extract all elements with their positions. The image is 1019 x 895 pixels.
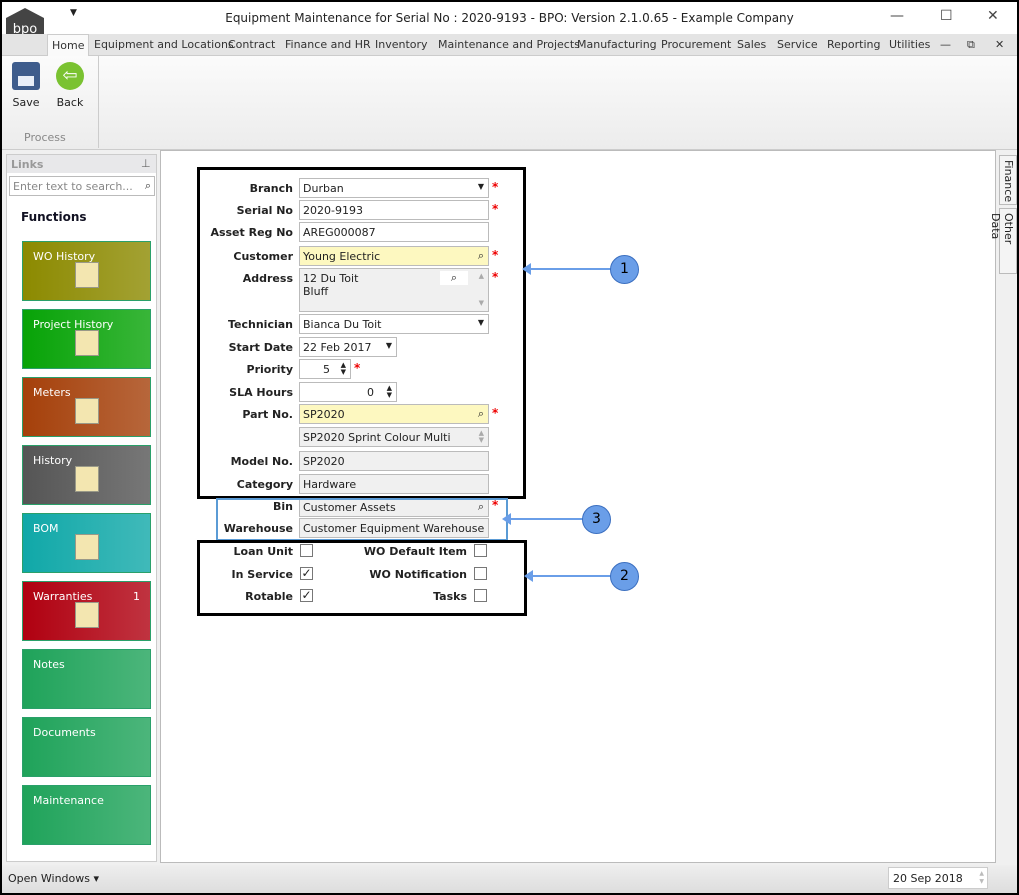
- history-icon: [75, 466, 99, 492]
- project-history-icon: [75, 330, 99, 356]
- callout-number-2: 2: [610, 562, 639, 591]
- meter-icon: [75, 398, 99, 424]
- tab-finance-side[interactable]: Finance: [999, 155, 1017, 205]
- callout-arrow-1: [522, 263, 612, 275]
- open-windows-label: Open Windows: [8, 872, 90, 885]
- function-tile[interactable]: Documents: [22, 717, 151, 777]
- tile-label: Project History: [33, 318, 114, 331]
- spin-icon[interactable]: ▲ ▼: [979, 870, 984, 886]
- tab-reporting[interactable]: Reporting: [827, 38, 880, 51]
- mdi-close-button[interactable]: ✕: [995, 38, 1004, 51]
- date-field[interactable]: 20 Sep 2018 ▲ ▼: [888, 867, 988, 889]
- tile-label: Documents: [33, 726, 96, 739]
- tile-label: History: [33, 454, 73, 467]
- callout-arrow-2: [524, 570, 612, 582]
- tile-label: BOM: [33, 522, 59, 535]
- callout-box-2: [197, 540, 527, 616]
- tab-sales[interactable]: Sales: [737, 38, 766, 51]
- function-tile[interactable]: WO History: [22, 241, 151, 301]
- tile-label: Notes: [33, 658, 65, 671]
- open-windows-button[interactable]: Open Windows ▾: [8, 872, 99, 885]
- wrench-icon: [75, 602, 99, 628]
- tab-other-data[interactable]: Other Data: [989, 208, 1017, 274]
- date-value: 20 Sep 2018: [893, 872, 963, 885]
- save-button[interactable]: Save: [6, 62, 46, 109]
- back-label: Back: [56, 96, 84, 109]
- pin-icon[interactable]: ⊥: [141, 157, 151, 170]
- function-tile[interactable]: Meters: [22, 377, 151, 437]
- ribbon: Save ⇦ Back Process: [2, 56, 1017, 150]
- status-bar: Open Windows ▾ 20 Sep 2018 ▲ ▼: [2, 865, 1017, 893]
- menu-tabs: Home Equipment and Locations Contract Fi…: [2, 34, 1017, 57]
- tile-badge: 1: [133, 590, 140, 603]
- function-tile[interactable]: Notes: [22, 649, 151, 709]
- back-arrow-icon: ⇦: [56, 62, 84, 90]
- tab-home[interactable]: Home: [47, 34, 90, 57]
- close-button[interactable]: ✕: [987, 8, 999, 24]
- search-placeholder: Enter text to search...: [13, 180, 133, 193]
- function-tile[interactable]: Project History: [22, 309, 151, 369]
- title-bar: bpo ▼ Equipment Maintenance for Serial N…: [2, 2, 1017, 52]
- tile-label: Meters: [33, 386, 71, 399]
- floppy-disk-icon: [12, 62, 40, 90]
- function-tile[interactable]: Maintenance: [22, 785, 151, 845]
- window-title: Equipment Maintenance for Serial No : 20…: [225, 11, 794, 25]
- function-tile[interactable]: Warranties 1: [22, 581, 151, 641]
- callout-arrow-3: [502, 513, 584, 525]
- tab-service[interactable]: Service: [777, 38, 818, 51]
- mdi-minimize-button[interactable]: —: [940, 38, 951, 51]
- tab-equipment[interactable]: Equipment and Locations: [94, 38, 234, 51]
- callout-box-3: [216, 498, 508, 541]
- function-tile[interactable]: History: [22, 445, 151, 505]
- callout-box-1: [197, 167, 526, 499]
- tab-contract[interactable]: Contract: [228, 38, 275, 51]
- tab-procurement[interactable]: Procurement: [661, 38, 731, 51]
- process-group-label: Process: [24, 131, 66, 144]
- back-button[interactable]: ⇦ Back: [50, 62, 90, 109]
- maximize-button[interactable]: ☐: [940, 8, 953, 24]
- mdi-restore-button[interactable]: ⧉: [967, 38, 975, 52]
- function-tile[interactable]: BOM: [22, 513, 151, 573]
- minimize-button[interactable]: —: [890, 8, 904, 24]
- clipboard-check-icon: [75, 262, 99, 288]
- search-icon[interactable]: ⌕: [145, 179, 151, 193]
- tab-manufacturing[interactable]: Manufacturing: [577, 38, 657, 51]
- tab-utilities[interactable]: Utilities: [889, 38, 930, 51]
- tile-label: Maintenance: [33, 794, 104, 807]
- callout-number-1: 1: [610, 255, 639, 284]
- tab-maintenance[interactable]: Maintenance and Projects: [438, 38, 580, 51]
- tab-inventory[interactable]: Inventory: [375, 38, 428, 51]
- save-label: Save: [12, 96, 40, 109]
- ribbon-divider: [98, 56, 99, 148]
- app-window: bpo ▼ Equipment Maintenance for Serial N…: [2, 2, 1017, 893]
- bom-icon: [75, 534, 99, 560]
- callout-number-3: 3: [582, 505, 611, 534]
- links-search-input[interactable]: Enter text to search... ⌕: [9, 176, 155, 196]
- tab-finance[interactable]: Finance and HR: [285, 38, 371, 51]
- functions-heading: Functions: [21, 210, 87, 224]
- links-panel: Links ⊥ Enter text to search... ⌕ Functio…: [6, 154, 157, 862]
- links-title: Links: [7, 155, 156, 173]
